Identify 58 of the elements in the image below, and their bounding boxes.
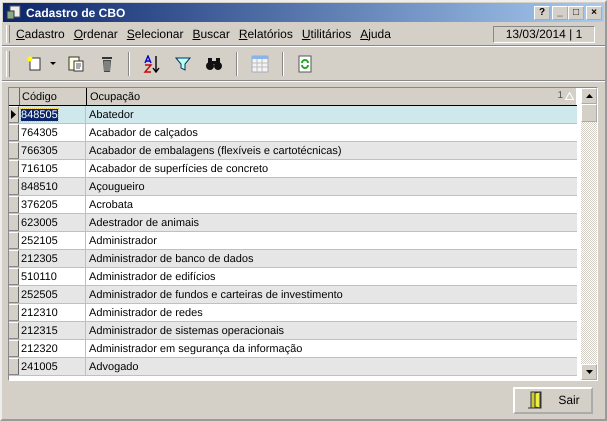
table-cell: Açougueiro <box>89 180 145 192</box>
table-cell: Acabador de superfícies de concreto <box>89 162 268 174</box>
table-cell: 376205 <box>21 198 58 210</box>
table-cell: Administrador em segurança da informação <box>89 342 302 354</box>
table-cell: 212315 <box>21 324 58 336</box>
table-cell: 510110 <box>21 270 57 282</box>
scroll-thumb[interactable] <box>581 104 597 122</box>
table-cell: 623005 <box>21 216 58 228</box>
down-arrow-icon <box>586 370 592 374</box>
row-selector[interactable] <box>9 106 19 123</box>
table-cell: Acabador de embalagens (flexíveis e cartotécnicas) <box>89 144 342 156</box>
menu-item[interactable]: Ajuda <box>360 27 391 41</box>
table-cell: Abatedor <box>89 108 134 120</box>
table-cell: 212310 <box>21 306 58 318</box>
close-button[interactable]: × <box>586 6 602 20</box>
menu-item[interactable]: Cadastro <box>16 27 65 41</box>
sort-button[interactable] <box>143 52 161 76</box>
exit-button[interactable]: Sair <box>513 386 593 414</box>
app-icon <box>6 4 22 20</box>
table-cell: 716105 <box>21 162 58 174</box>
help-button[interactable]: ? <box>534 6 550 20</box>
status-panel: 13/03/2014 | 1 <box>493 26 595 42</box>
table-cell: 764305 <box>21 126 58 138</box>
scroll-down-button[interactable] <box>581 364 597 380</box>
menu-item[interactable]: Relatórios <box>238 27 293 41</box>
table-cell: Advogado <box>89 360 139 372</box>
table-cell: Administrador de fundos e carteiras de investimento <box>89 288 343 300</box>
table-cell: Administrador de banco de dados <box>89 252 254 264</box>
table-cell: 212305 <box>21 252 58 264</box>
table-cell: Administrador de edifícios <box>89 270 216 282</box>
table-cell: 848510 <box>21 180 58 192</box>
menu-item[interactable]: Selecionar <box>126 27 184 41</box>
scroll-up-button[interactable] <box>581 88 597 104</box>
caret-icon <box>50 62 56 66</box>
menu-item[interactable]: Ordenar <box>74 27 118 41</box>
column-header[interactable]: Código <box>20 88 87 105</box>
sort-order-label: 1 <box>557 90 563 101</box>
table-cell: 252105 <box>21 234 58 246</box>
window-title: Cadastro de CBO <box>26 6 126 20</box>
table-cell: Administrador de redes <box>89 306 203 318</box>
table-cell: 766305 <box>21 144 58 156</box>
scrollbar[interactable] <box>581 88 597 380</box>
table-cell: 212320 <box>21 342 58 354</box>
menu-item[interactable]: Utilitários <box>302 27 352 41</box>
minimize-button[interactable]: _ <box>552 6 568 20</box>
table-cell: 848505 <box>21 108 58 120</box>
table-cell: Adestrador de animais <box>89 216 200 228</box>
maximize-button[interactable]: □ <box>568 6 584 20</box>
current-row-icon <box>11 110 16 119</box>
table-cell: Administrador de sistemas operacionais <box>89 324 284 336</box>
table-cell: Acrobata <box>89 198 134 210</box>
up-arrow-icon <box>586 94 592 98</box>
sort-ascending-icon <box>565 92 574 100</box>
table-cell: 252505 <box>21 288 58 300</box>
table-cell: 241005 <box>21 360 58 372</box>
menu-item[interactable]: Buscar <box>192 27 230 41</box>
table-cell: Acabador de calçados <box>89 126 198 138</box>
table-cell: Administrador <box>89 234 157 246</box>
